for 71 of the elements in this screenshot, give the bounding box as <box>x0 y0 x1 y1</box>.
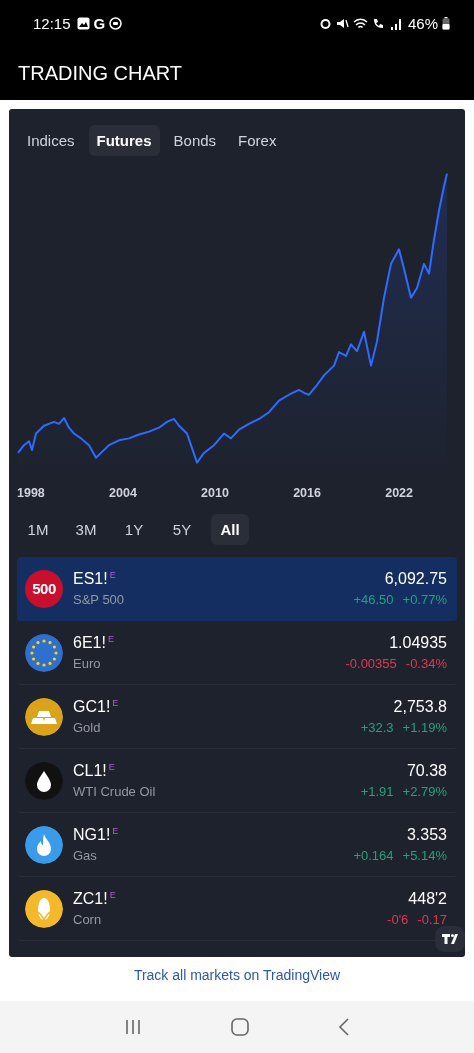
range-button[interactable]: 1M <box>19 514 57 545</box>
market-tab[interactable]: Forex <box>230 125 285 156</box>
ticker-name: Corn <box>73 912 103 928</box>
status-time: 12:15 <box>33 14 71 32</box>
alarm-icon <box>318 16 332 30</box>
market-tab[interactable]: Futures <box>88 125 160 156</box>
ticker-row[interactable]: GC1!$^{E}$ Gold 2,753.8 +32.3 +1.19% <box>17 685 457 749</box>
ingots-icon <box>25 697 63 736</box>
ticker-row[interactable]: 500 ES1!$^{E}$ S&P 500 6,092.75 +46.50 +0.77% <box>17 557 457 621</box>
ticker-price: 70.38 <box>406 762 447 780</box>
ticker-name: Gold <box>73 720 102 736</box>
price-change: -0.00355 <box>345 656 397 671</box>
app-title: TRADING CHART <box>18 61 183 85</box>
ticker-row[interactable]: NG1!$^{E}$ Gas 3.353 +0.164 +5.14% <box>17 813 457 877</box>
price-change: +46.50 <box>353 592 394 607</box>
axis-label: 2022 <box>385 486 413 500</box>
ticker-name: Euro <box>73 656 102 672</box>
ticker-row[interactable]: 6E1!$^{E}$ Euro 1.04935 -0.00355 -0.34% <box>17 621 457 685</box>
record-icon <box>109 16 123 30</box>
ticker-name: S&P 500 <box>73 592 126 608</box>
ticker-symbol: 6E1!$^{E}$ <box>73 633 115 653</box>
euro-flag-icon <box>25 633 63 672</box>
ticker-symbol: GC1!$^{E}$ <box>73 697 120 717</box>
price-change: +0.164 <box>353 848 394 863</box>
axis-label: 2004 <box>109 486 137 500</box>
percent-change: -0.34% <box>405 656 447 671</box>
ticker-symbol: NG1!$^{E}$ <box>73 825 120 845</box>
price-change: +1.91 <box>360 784 394 799</box>
price-change: +32.3 <box>360 720 394 735</box>
app-letter: G <box>93 14 106 32</box>
call-icon <box>371 16 386 30</box>
ticker-price: 3.353 <box>406 826 447 844</box>
range-button[interactable]: 1Y <box>115 514 153 545</box>
percent-change: +1.19% <box>402 720 447 735</box>
image-icon <box>76 16 90 30</box>
ticker-symbol: CL1!$^{E}$ <box>73 761 116 781</box>
ticker-price: 6,092.75 <box>384 570 447 588</box>
axis-label: 1998 <box>17 486 45 500</box>
market-tab[interactable]: Bonds <box>165 125 225 156</box>
ticker-price: 1.04935 <box>389 634 447 652</box>
percent-change: +0.77% <box>402 592 447 607</box>
tradingview-link[interactable]: Track all markets on TradingView <box>133 967 341 983</box>
range-button[interactable]: 5Y <box>163 514 201 545</box>
index-logo: 500 <box>25 569 63 608</box>
axis-label: 2010 <box>201 486 229 500</box>
back-icon[interactable] <box>337 1018 350 1036</box>
signal-icon <box>389 16 402 30</box>
range-button[interactable]: All <box>211 514 249 545</box>
ticker-name: WTI Crude Oil <box>73 784 157 800</box>
recent-apps-icon[interactable] <box>124 1019 143 1035</box>
wifi-icon <box>352 16 368 30</box>
ticker-price: 2,753.8 <box>393 698 447 716</box>
axis-label: 2016 <box>293 486 321 500</box>
ticker-row[interactable]: CL1!$^{E}$ WTI Crude Oil 70.38 +1.91 +2.79% <box>17 749 457 813</box>
market-tab[interactable]: Indices <box>19 125 83 156</box>
percent-change: +5.14% <box>402 848 447 863</box>
mute-icon <box>335 16 349 30</box>
range-button[interactable]: 3M <box>67 514 105 545</box>
flame-icon <box>25 825 63 864</box>
oil-drop-icon <box>25 761 63 800</box>
battery-icon <box>442 16 450 30</box>
battery-percent: 46% <box>407 14 438 32</box>
percent-change: +2.79% <box>402 784 447 799</box>
ticker-symbol: ZC1!$^{E}$ <box>73 889 117 909</box>
ticker-name: Gas <box>73 848 98 864</box>
price-change: -0'6 <box>387 912 409 927</box>
ticker-price: 448'2 <box>408 890 447 908</box>
percent-change: -0.17 <box>417 912 447 927</box>
home-icon[interactable] <box>231 1018 249 1036</box>
corn-icon <box>25 889 63 928</box>
ticker-symbol: ES1!$^{E}$ <box>73 569 117 589</box>
